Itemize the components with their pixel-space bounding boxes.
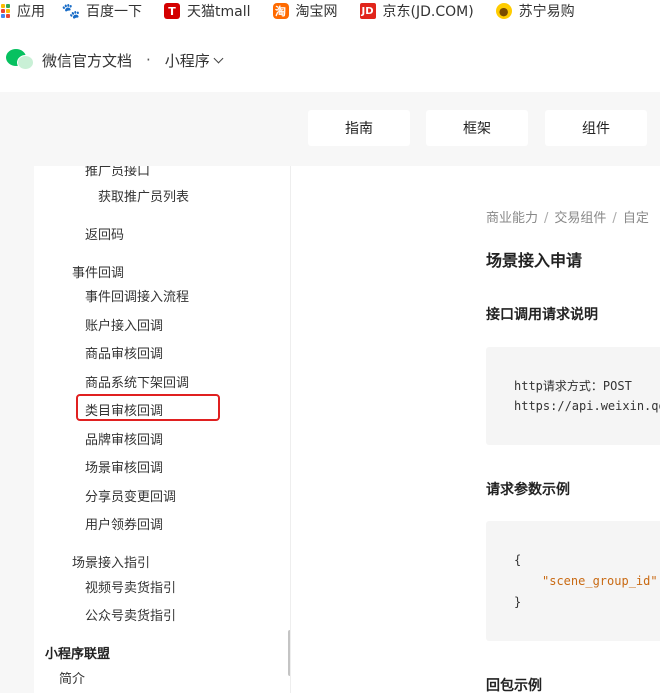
nav-components[interactable]: 组件 bbox=[545, 110, 647, 146]
code-line-string: "scene_group_id" bbox=[542, 574, 658, 588]
nav-framework[interactable]: 框架 bbox=[426, 110, 528, 146]
sidebar-item[interactable]: 商品审核回调 bbox=[85, 343, 163, 362]
sidebar-group[interactable]: 场景接入指引 bbox=[72, 552, 150, 571]
sidebar-item[interactable]: 用户领券回调 bbox=[85, 514, 163, 533]
bookmark-jd[interactable]: JD 京东(JD.COM) bbox=[359, 1, 474, 21]
tmall-icon: T bbox=[164, 3, 180, 19]
code-line: http请求方式：POST bbox=[514, 379, 632, 393]
sidebar-item[interactable]: 场景审核回调 bbox=[85, 457, 163, 476]
baidu-icon: 🐾 bbox=[61, 2, 81, 20]
bookmark-label: 应用 bbox=[17, 4, 45, 20]
breadcrumb-item[interactable]: 商业能力 bbox=[486, 211, 538, 226]
sidebar-item[interactable]: 账户接入回调 bbox=[85, 315, 163, 334]
sidebar-item[interactable]: 获取推广员列表 bbox=[98, 186, 189, 205]
code-line: https://api.weixin.qq bbox=[514, 399, 660, 413]
sidebar-group[interactable]: 事件回调 bbox=[72, 262, 124, 281]
sidebar-item[interactable]: 视频号卖货指引 bbox=[85, 577, 176, 596]
main-content: 商业能力 / 交易组件 / 自定 场景接入申请 接口调用请求说明 http请求方式：PO… bbox=[291, 166, 660, 693]
section-heading-response: 回包示例 bbox=[486, 678, 542, 693]
sidebar-section[interactable]: 小程序联盟 bbox=[45, 643, 110, 662]
bookmark-label: 京东(JD.COM) bbox=[382, 4, 474, 20]
code-line: { bbox=[514, 553, 522, 567]
sidebar-gutter bbox=[0, 166, 34, 693]
product-label: 小程序 bbox=[164, 51, 210, 70]
bookmark-label: 苏宁易购 bbox=[518, 4, 575, 20]
sidebar-item[interactable]: 商品系统下架回调 bbox=[85, 372, 189, 391]
section-heading-params: 请求参数示例 bbox=[486, 482, 570, 498]
sidebar: 推广员接口 获取推广员列表 返回码 事件回调 事件回调接入流程 账户接入回调 商… bbox=[0, 166, 290, 693]
suning-icon: ● bbox=[495, 3, 512, 19]
sidebar-item[interactable]: 事件回调接入流程 bbox=[85, 286, 189, 305]
sidebar-item[interactable]: 品牌审核回调 bbox=[85, 429, 163, 448]
breadcrumb: 商业能力 / 交易组件 / 自定 bbox=[486, 211, 649, 226]
page-title: 场景接入申请 bbox=[486, 251, 583, 270]
sidebar-item[interactable]: 分享员变更回调 bbox=[85, 486, 176, 505]
sidebar-item[interactable]: 简介 bbox=[59, 668, 85, 687]
bookmarks-bar: 应用 🐾 百度一下 T 天猫tmall 淘 淘宝网 JD 京东(JD.COM) … bbox=[0, 0, 660, 22]
header-separator: · bbox=[146, 51, 151, 69]
chevron-down-icon bbox=[213, 53, 224, 63]
code-block-params: { "scene_group_id" } bbox=[486, 521, 660, 641]
top-nav: 指南 框架 组件 bbox=[0, 92, 660, 166]
wechat-logo-icon[interactable] bbox=[6, 49, 34, 71]
bookmark-suning[interactable]: ● 苏宁易购 bbox=[495, 1, 575, 21]
product-switcher[interactable]: 小程序 bbox=[164, 50, 224, 71]
highlight-box bbox=[76, 394, 220, 421]
bookmark-apps[interactable]: 应用 bbox=[0, 1, 45, 21]
sidebar-item[interactable]: 公众号卖货指引 bbox=[85, 605, 176, 624]
bookmark-tmall[interactable]: T 天猫tmall bbox=[164, 1, 251, 21]
bookmark-taobao[interactable]: 淘 淘宝网 bbox=[272, 1, 338, 21]
bookmark-label: 百度一下 bbox=[86, 4, 142, 20]
section-heading-request: 接口调用请求说明 bbox=[486, 307, 598, 323]
apps-grid-icon bbox=[0, 4, 10, 18]
sidebar-item[interactable]: 返回码 bbox=[85, 224, 124, 243]
jd-icon: JD bbox=[359, 3, 376, 19]
sidebar-item[interactable]: 推广员接口 bbox=[85, 166, 150, 179]
breadcrumb-item[interactable]: 交易组件 bbox=[554, 211, 606, 226]
bookmark-label: 天猫tmall bbox=[187, 4, 251, 20]
code-block-request: http请求方式：POST https://api.weixin.qq bbox=[486, 347, 660, 445]
site-header: 微信官方文档 · 小程序 bbox=[0, 30, 660, 90]
breadcrumb-item[interactable]: 自定 bbox=[623, 211, 649, 226]
nav-guide[interactable]: 指南 bbox=[308, 110, 410, 146]
code-line: } bbox=[514, 595, 522, 609]
bookmark-label: 淘宝网 bbox=[295, 4, 338, 20]
bookmark-baidu[interactable]: 🐾 百度一下 bbox=[61, 1, 142, 21]
taobao-icon: 淘 bbox=[272, 3, 289, 19]
site-title[interactable]: 微信官方文档 bbox=[42, 50, 132, 71]
